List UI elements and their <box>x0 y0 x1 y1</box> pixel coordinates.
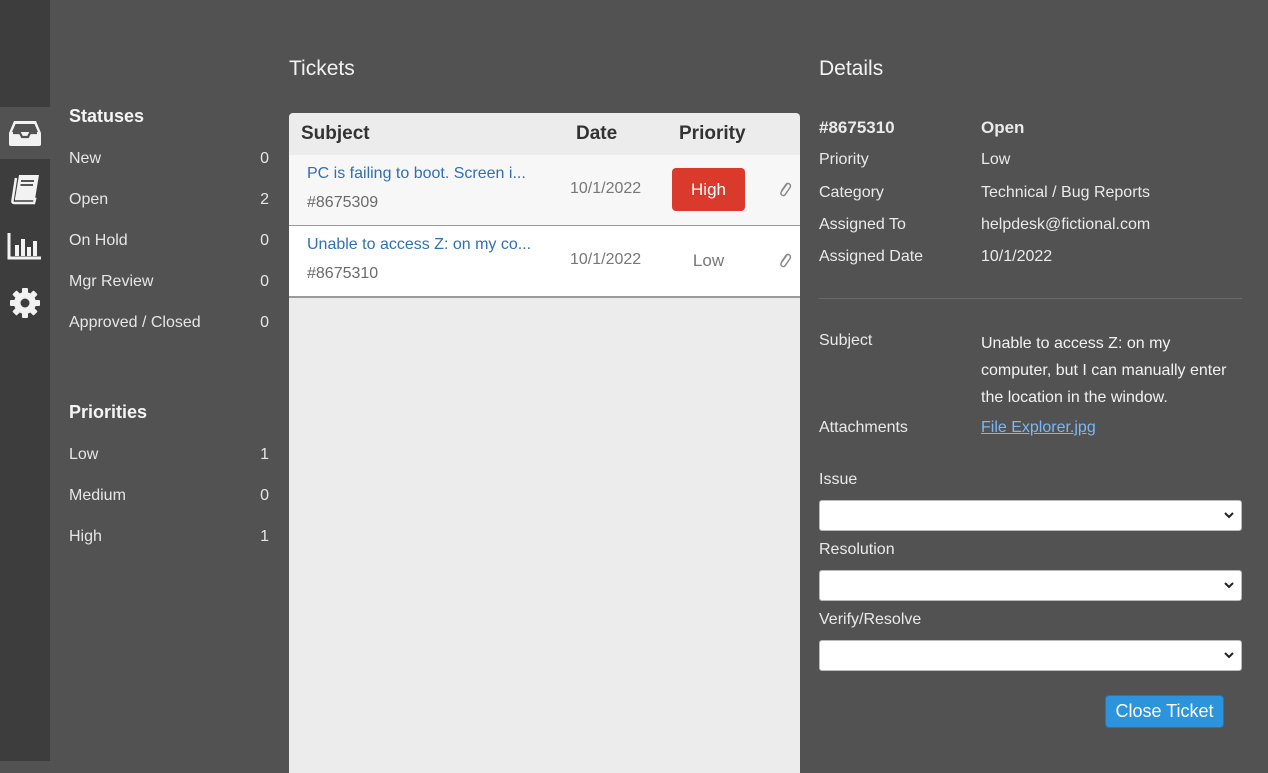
detail-label-assigned-date: Assigned Date <box>819 248 924 265</box>
detail-ticket-number: #8675310 <box>819 118 895 137</box>
resolution-select[interactable] <box>819 570 1242 601</box>
rail-reports[interactable] <box>0 220 50 272</box>
status-filter-new[interactable]: New 0 <box>69 147 269 171</box>
issue-label: Issue <box>819 471 858 488</box>
inbox-icon <box>9 121 41 146</box>
status-filter-approved-closed[interactable]: Approved / Closed 0 <box>69 311 269 335</box>
priority-count: 1 <box>260 446 269 463</box>
priority-badge-high: High <box>672 168 745 211</box>
priority-count: 1 <box>260 528 269 545</box>
status-count: 0 <box>260 150 269 167</box>
detail-value-assigned-date: 10/1/2022 <box>981 248 1053 265</box>
detail-label-subject: Subject <box>819 332 873 349</box>
issue-select[interactable] <box>819 500 1242 531</box>
priorities-heading: Priorities <box>69 402 148 422</box>
ticket-subject[interactable]: Unable to access Z: on my co... <box>307 236 552 254</box>
detail-value-assigned-to: helpdesk@fictional.com <box>981 216 1151 233</box>
ticket-list-header: Subject Date Priority <box>289 113 800 155</box>
priority-badge-low: Low <box>692 250 725 270</box>
rail-inbox[interactable] <box>0 107 50 159</box>
chevron-down-icon <box>1224 512 1234 519</box>
priority-filter-medium[interactable]: Medium 0 <box>69 484 269 508</box>
priority-count: 0 <box>260 487 269 504</box>
detail-label-category: Category <box>819 184 884 201</box>
column-date[interactable]: Date <box>576 123 617 145</box>
ticket-list: Subject Date Priority PC is failing to b… <box>289 113 800 773</box>
icon-rail <box>0 0 50 761</box>
priority-label: High <box>69 528 102 545</box>
status-count: 0 <box>260 314 269 331</box>
rail-book[interactable] <box>0 163 50 215</box>
paperclip-icon[interactable] <box>778 180 792 198</box>
detail-label-priority: Priority <box>819 151 869 168</box>
detail-value-priority: Low <box>981 151 1011 168</box>
verify-resolve-label: Verify/Resolve <box>819 611 922 628</box>
verify-resolve-select[interactable] <box>819 640 1242 671</box>
ticket-date: 10/1/2022 <box>570 251 642 268</box>
ticket-number: #8675310 <box>307 265 379 282</box>
ticket-subject[interactable]: PC is failing to boot. Screen i... <box>307 165 552 183</box>
status-label: Mgr Review <box>69 273 154 290</box>
bar-chart-icon <box>7 233 41 260</box>
statuses-heading: Statuses <box>69 106 145 126</box>
status-filter-mgr-review[interactable]: Mgr Review 0 <box>69 270 269 294</box>
priority-filter-high[interactable]: High 1 <box>69 525 269 549</box>
close-ticket-button[interactable]: Close Ticket <box>1105 695 1224 728</box>
status-count: 2 <box>260 191 269 208</box>
status-filter-on-hold[interactable]: On Hold 0 <box>69 229 269 253</box>
detail-label-assigned-to: Assigned To <box>819 216 906 233</box>
status-count: 0 <box>260 232 269 249</box>
rail-settings[interactable] <box>0 277 50 329</box>
column-subject[interactable]: Subject <box>301 123 370 145</box>
attachment-link[interactable]: File Explorer.jpg <box>981 419 1096 437</box>
book-icon <box>11 175 39 205</box>
chevron-down-icon <box>1224 582 1234 589</box>
priority-label: Medium <box>69 487 126 504</box>
detail-label-attachments: Attachments <box>819 419 908 436</box>
priority-filter-low[interactable]: Low 1 <box>69 443 269 467</box>
detail-value-subject: Unable to access Z: on my computer, but … <box>981 335 1227 406</box>
ticket-row[interactable]: PC is failing to boot. Screen i... #8675… <box>289 155 800 227</box>
status-label: Open <box>69 191 109 208</box>
status-label: Approved / Closed <box>69 314 201 331</box>
details-title: Details <box>819 57 884 80</box>
ticket-date: 10/1/2022 <box>570 180 642 197</box>
priority-label: Low <box>69 446 99 463</box>
gear-icon <box>10 288 40 318</box>
detail-status: Open <box>981 118 1025 137</box>
ticket-row[interactable]: Unable to access Z: on my co... #8675310… <box>289 226 800 298</box>
tickets-title: Tickets <box>289 57 355 80</box>
status-filter-open[interactable]: Open 2 <box>69 188 269 212</box>
status-count: 0 <box>260 273 269 290</box>
ticket-number: #8675309 <box>307 194 379 211</box>
details-divider <box>819 298 1242 299</box>
column-priority[interactable]: Priority <box>679 123 746 145</box>
status-label: New <box>69 150 102 167</box>
resolution-label: Resolution <box>819 541 895 558</box>
chevron-down-icon <box>1224 652 1234 659</box>
detail-value-category: Technical / Bug Reports <box>981 184 1150 201</box>
paperclip-icon[interactable] <box>778 251 792 269</box>
status-label: On Hold <box>69 232 128 249</box>
